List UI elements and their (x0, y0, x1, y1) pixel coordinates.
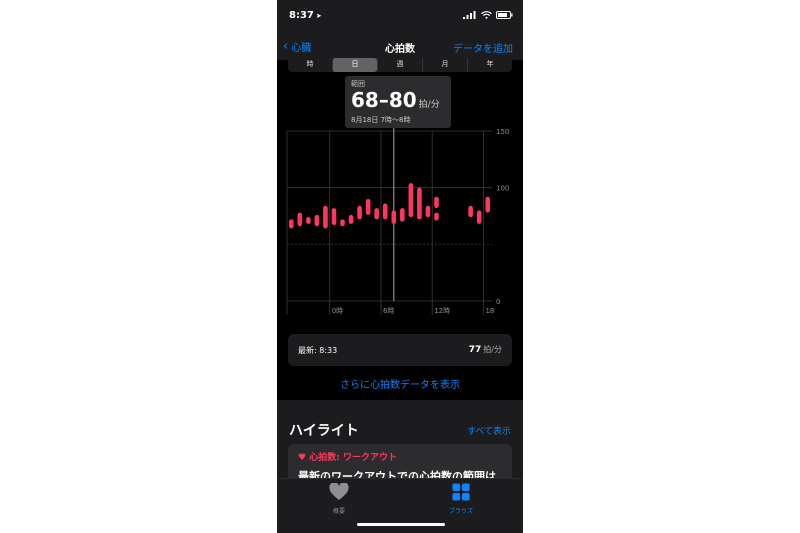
tab-browse[interactable]: ブラウズ (431, 483, 491, 515)
add-data-button[interactable]: データを追加 (453, 40, 513, 55)
segment-year[interactable]: 年 (467, 58, 512, 72)
status-icons (463, 11, 513, 19)
heart-icon: ♥ (298, 453, 307, 463)
battery-icon (496, 11, 513, 19)
latest-number: 77 (468, 345, 482, 355)
wifi-icon (481, 11, 492, 19)
highlights-title: ハイライト (289, 423, 359, 439)
latest-reading-card[interactable]: 最新: 8:33 77 拍/分 (288, 334, 512, 366)
time-range-segmented-control: 時 日 週 月 年 (288, 58, 512, 72)
clock-text: 8:37 (289, 10, 314, 21)
highlight-heading-text: 心拍数: ワークアウト (309, 453, 397, 463)
show-all-link[interactable]: すべて表示 (467, 424, 511, 437)
status-bar: 8:37 ➤ (277, 0, 523, 34)
tooltip-unit: 拍/分 (418, 100, 440, 110)
tab-summary-label: 概要 (332, 508, 345, 515)
tooltip-range: 68–80 (351, 88, 417, 112)
segment-week[interactable]: 週 (377, 58, 422, 72)
latest-label: 最新: 8:33 (298, 346, 338, 355)
highlights-section: ハイライト すべて表示 ♥ 心拍数: ワークアウト 最新のワークアウトでの心拍数… (277, 400, 523, 484)
tab-summary[interactable]: 概要 (309, 482, 369, 515)
segment-day[interactable]: 日 (332, 58, 377, 72)
highlight-card-heading: ♥ 心拍数: ワークアウト (298, 450, 397, 463)
latest-value: 77 拍/分 (469, 344, 502, 355)
segment-hour[interactable]: 時 (288, 58, 332, 72)
tooltip-date: 8月18日 7時〜8時 (351, 116, 411, 124)
grid-icon (452, 483, 470, 501)
segment-month[interactable]: 月 (422, 58, 467, 72)
latest-unit: 拍/分 (483, 345, 502, 354)
more-heart-rate-data-link[interactable]: さらに心拍数データを表示 (277, 376, 523, 391)
navigation-bar: ‹ 心臓 心拍数 データを追加 (277, 34, 523, 60)
heart-icon (329, 482, 349, 500)
location-arrow-icon: ➤ (315, 12, 322, 20)
tab-browse-label: ブラウズ (448, 508, 473, 515)
home-indicator[interactable] (357, 523, 445, 526)
range-tooltip: 範囲 68–80 拍/分 8月18日 7時〜8時 (345, 76, 451, 128)
status-time: 8:37 ➤ (289, 10, 322, 21)
tooltip-value: 68–80 拍/分 (351, 88, 440, 112)
signal-icon (463, 11, 476, 19)
